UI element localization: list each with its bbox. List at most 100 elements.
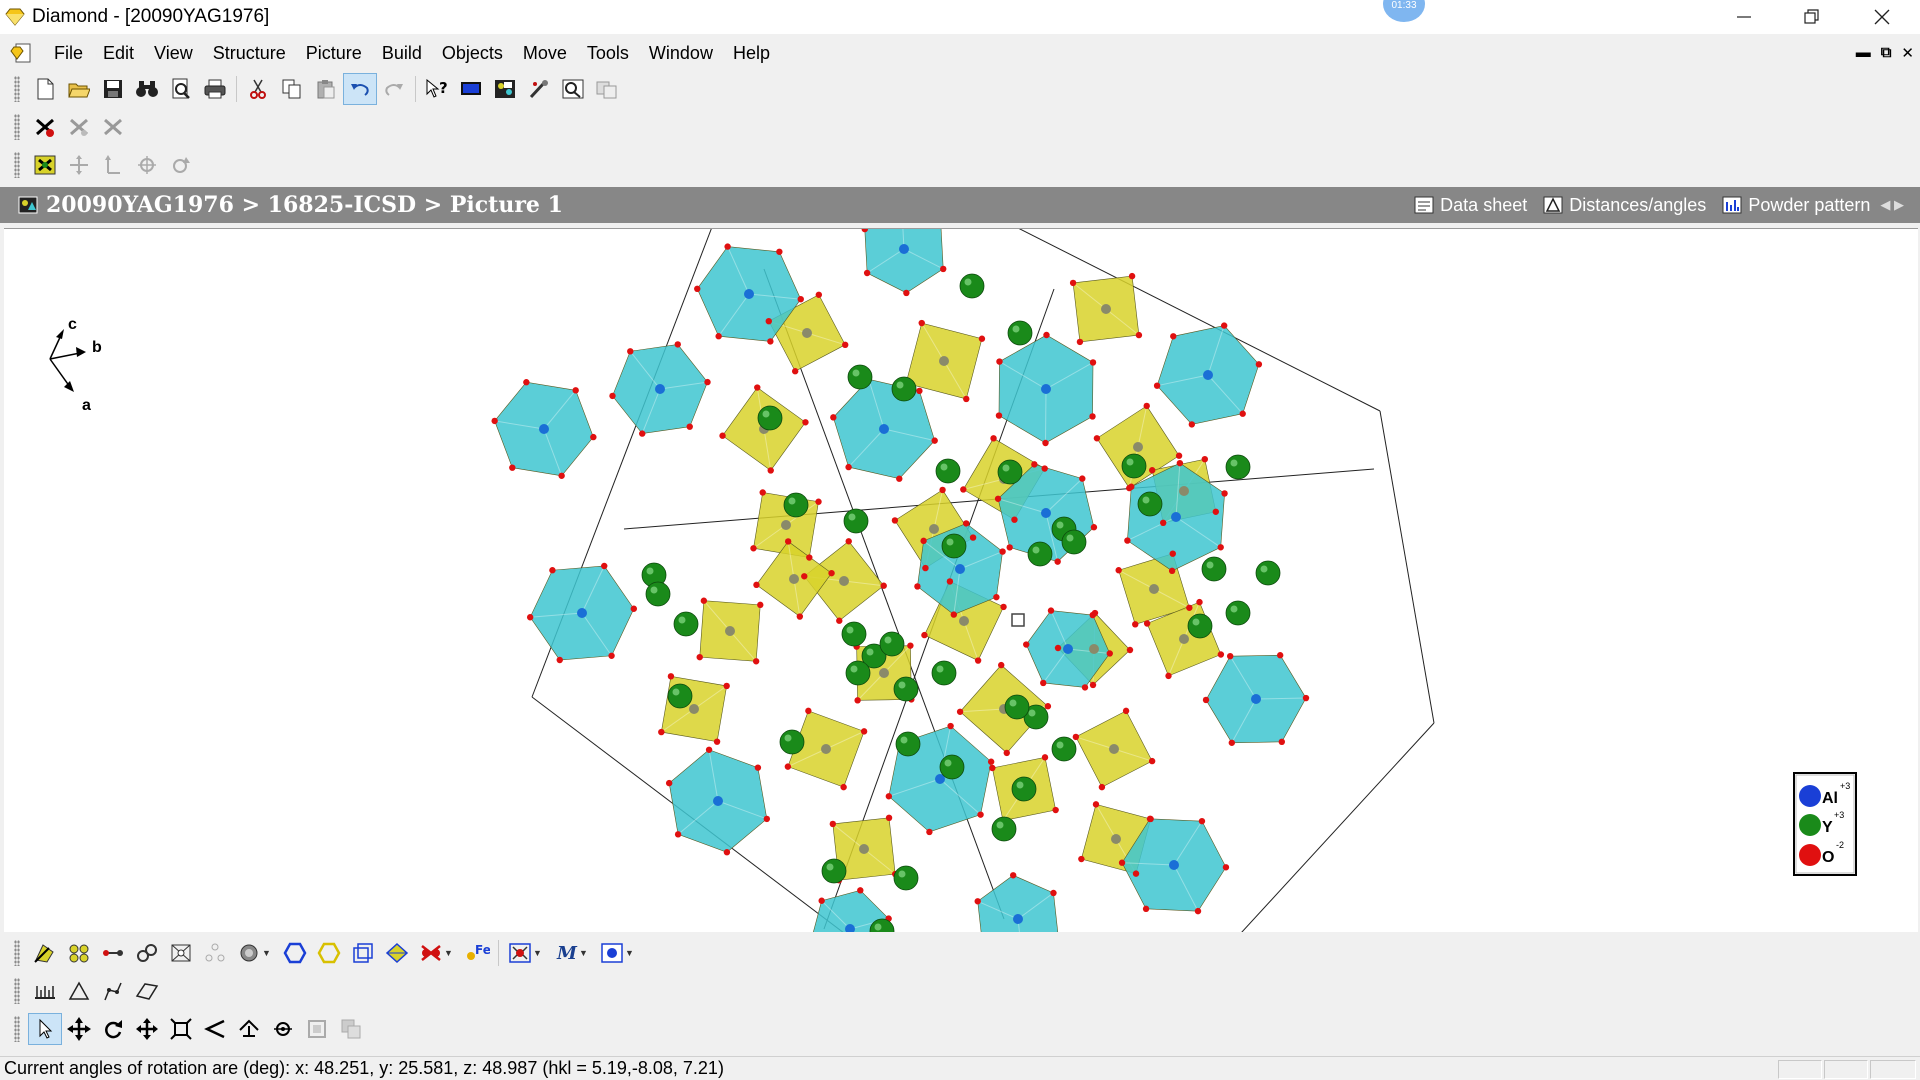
fragment-disabled-button[interactable] [334,1013,368,1045]
element-legend[interactable]: Al +3 Y +3 O -2 [1793,772,1857,876]
structure-disabled-button[interactable] [300,1013,334,1045]
document-header-bar: 20090YAG1976 > 16825-ICSD > Picture 1 Da… [0,187,1920,223]
background-dropdown[interactable]: ▼ [625,948,635,958]
move-view-button[interactable] [62,1013,96,1045]
shift-disabled-button[interactable] [96,149,130,181]
toolbar-separator [236,76,237,102]
atom-style-dropdown[interactable]: ▼ [262,948,272,958]
delete-bonds-button[interactable] [96,111,130,143]
tab-distances-angles-label: Distances/angles [1569,194,1707,215]
angle-button[interactable] [62,975,96,1007]
mdi-close-button[interactable]: ✕ [1901,44,1914,62]
disconnect-atoms-button[interactable] [62,111,96,143]
menu-picture[interactable]: Picture [296,36,372,70]
toolbar-grip[interactable] [14,76,20,102]
oxygen-atom [1228,739,1236,746]
close-window-button[interactable] [1850,0,1914,34]
menu-help[interactable]: Help [723,36,780,70]
atom-style-button[interactable] [232,937,266,969]
tab-scroll-arrows[interactable]: ◀ ▶ [1880,197,1904,213]
auto-rotate-button[interactable] [266,1013,300,1045]
menu-view[interactable]: View [144,36,203,70]
planes-button[interactable] [380,937,414,969]
complete-fragments-button[interactable] [130,937,164,969]
move-disabled-button[interactable] [62,149,96,181]
minimize-button[interactable] [1712,0,1776,34]
menu-move[interactable]: Move [513,36,577,70]
document-menu-icon[interactable] [10,42,34,64]
cut-button[interactable] [241,73,275,105]
floating-clock-bubble[interactable]: 01:33 [1383,0,1425,22]
polyhedra-hide-button[interactable] [312,937,346,969]
rotate-view-button[interactable] [96,1013,130,1045]
toolbar-grip[interactable] [14,114,20,140]
add-atoms-button[interactable] [28,937,62,969]
oxygen-atom [1069,279,1077,287]
toolbar-grip[interactable] [14,152,20,178]
fit-view-button[interactable] [503,937,537,969]
delete-atoms-button[interactable] [414,937,448,969]
toolbar-grip[interactable] [14,978,20,1004]
distance-button[interactable] [28,975,62,1007]
rotate-disabled-button[interactable] [130,149,164,181]
menu-objects[interactable]: Objects [432,36,513,70]
toolbar-grip[interactable] [14,1016,20,1042]
toolbar-grip[interactable] [14,940,20,966]
select-pointer-button[interactable] [28,1013,62,1045]
print-preview-button[interactable] [164,73,198,105]
background-button[interactable] [595,937,629,969]
model-dropdown[interactable]: ▼ [579,948,589,958]
save-button[interactable] [96,73,130,105]
restore-button[interactable] [1780,0,1844,34]
structure-picture-button[interactable] [488,73,522,105]
molecules-button[interactable] [198,937,232,969]
labels-button[interactable]: Fe [460,937,494,969]
rotate-icon [105,1020,122,1039]
open-file-button[interactable] [62,73,96,105]
menu-window[interactable]: Window [639,36,723,70]
structure-canvas[interactable]: c b a Al +3 Y +3 O -2 [4,228,1918,933]
fragment-button[interactable] [28,149,62,181]
tab-powder-pattern[interactable]: Powder pattern [1722,195,1870,216]
tab-distances-angles[interactable]: Distances/angles [1543,195,1706,216]
context-help-button[interactable]: ? [420,73,454,105]
mdi-restore-button[interactable]: ⧉ [1881,44,1892,62]
menu-file[interactable]: File [44,36,93,70]
tetra-center-atom [929,524,939,534]
plane-angle-button[interactable] [130,975,164,1007]
connect-button[interactable] [96,937,130,969]
print-button[interactable] [198,73,232,105]
translate-view-button[interactable] [130,1013,164,1045]
cell-edges-button[interactable] [346,937,380,969]
menu-edit[interactable]: Edit [93,36,144,70]
find-button[interactable] [130,73,164,105]
mdi-minimize-button[interactable]: ▬ [1856,44,1871,62]
paste-button[interactable] [309,73,343,105]
undo-button[interactable] [343,73,377,105]
layout-button[interactable] [590,73,624,105]
tools-button[interactable] [522,73,556,105]
zoom-view-button[interactable] [556,73,590,105]
menu-build[interactable]: Build [372,36,432,70]
view-direction-button[interactable] [232,1013,266,1045]
rotate-free-disabled-button[interactable] [164,149,198,181]
model-button[interactable]: M [549,937,583,969]
picture-screen-button[interactable] [454,73,488,105]
delete-atoms-dropdown[interactable]: ▼ [444,948,454,958]
polyhedra-button[interactable] [278,937,312,969]
zoom-view-tool-button[interactable] [164,1013,198,1045]
menu-structure[interactable]: Structure [203,36,296,70]
menu-tools[interactable]: Tools [577,36,639,70]
fill-cell-button[interactable] [62,937,96,969]
tab-data-sheet[interactable]: Data sheet [1414,195,1527,216]
yttrium-atom [1201,556,1227,582]
crystal-structure-view[interactable]: c b a Al +3 Y +3 O -2 [4,229,1918,933]
copy-button[interactable] [275,73,309,105]
torsion-button[interactable] [96,975,130,1007]
perspective-button[interactable] [198,1013,232,1045]
fit-view-dropdown[interactable]: ▼ [533,948,543,958]
connect-atoms-button[interactable] [28,111,62,143]
new-file-button[interactable] [28,73,62,105]
expand-button[interactable] [164,937,198,969]
redo-button[interactable] [377,73,411,105]
